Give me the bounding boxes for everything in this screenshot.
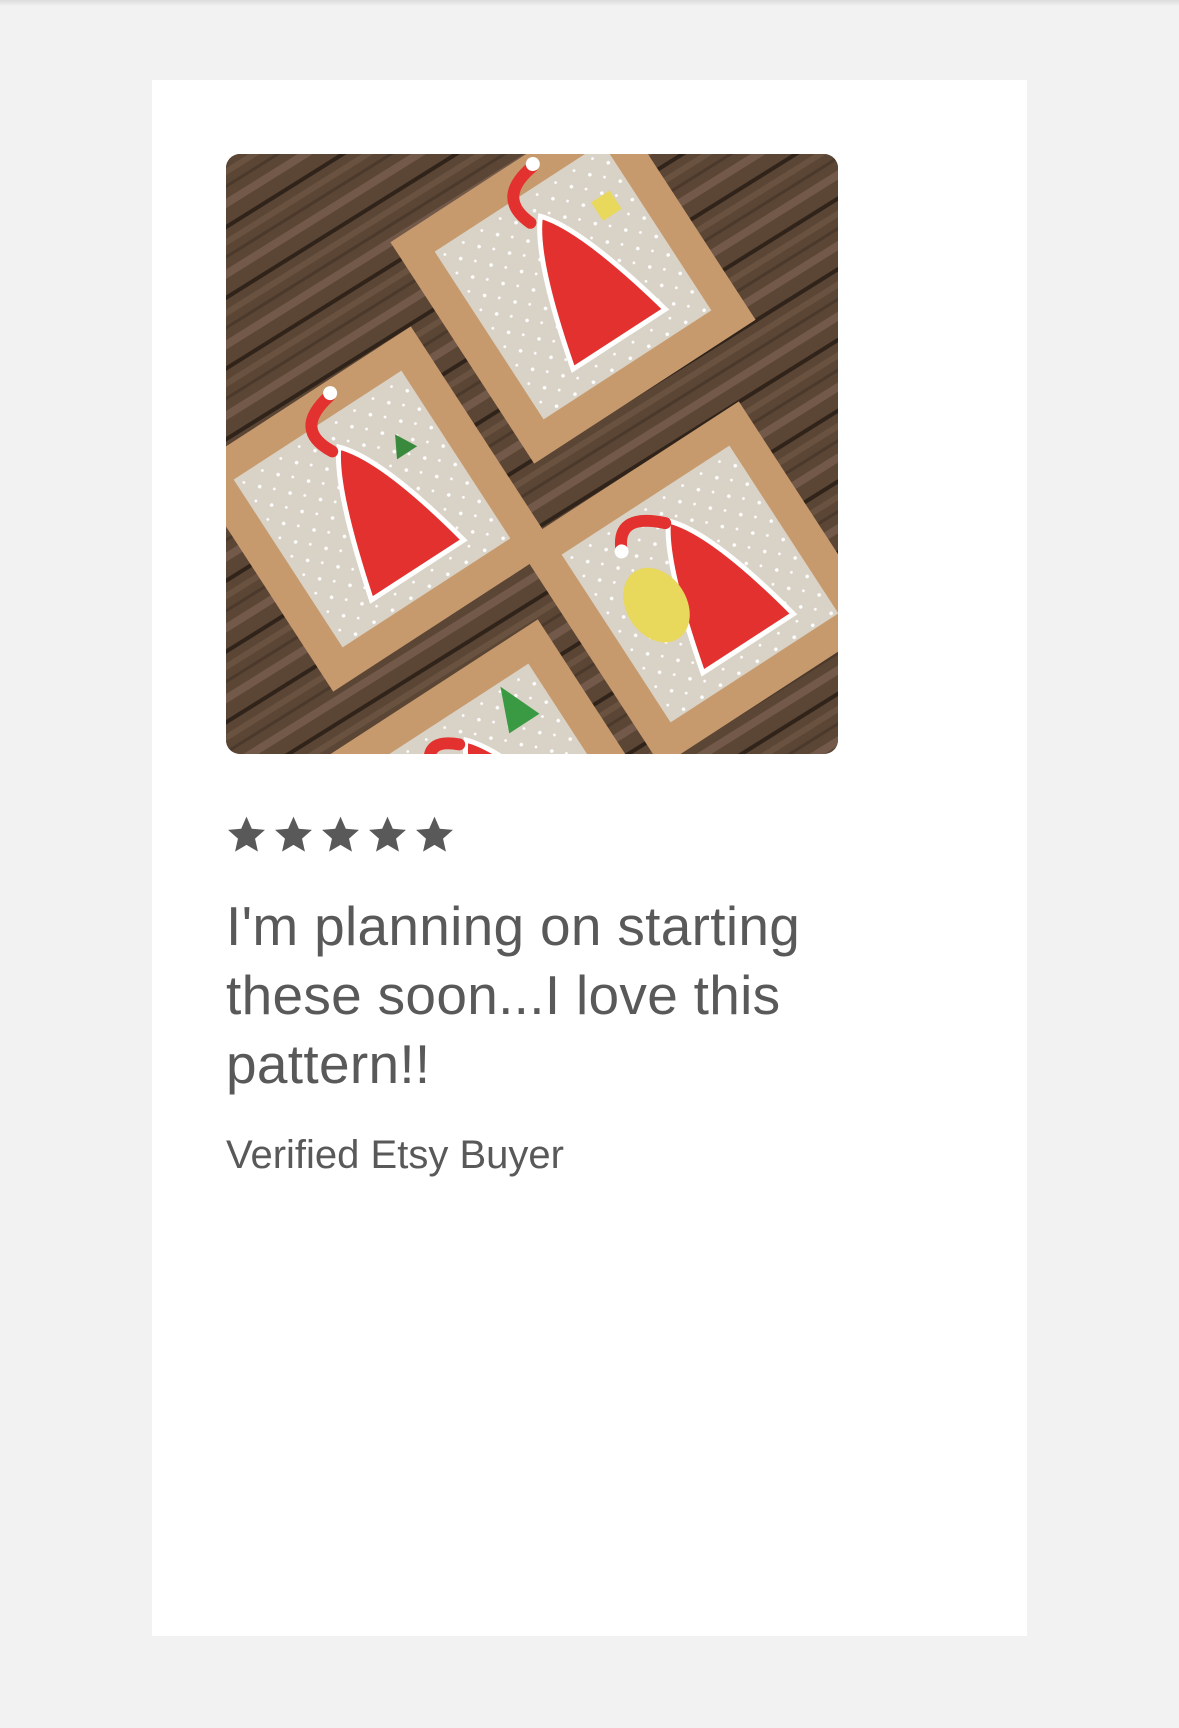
star-icon (369, 816, 406, 852)
review-text: I'm planning on starting these soon...I … (226, 895, 801, 1095)
review-card: I'm planning on starting these soon...I … (152, 80, 1027, 1636)
review-photo[interactable] (226, 154, 838, 754)
top-edge-shadow (0, 0, 1179, 6)
star-rating (226, 814, 455, 864)
star-icon (228, 816, 265, 852)
star-icon (322, 816, 359, 852)
star-icon (416, 816, 453, 852)
review-photo-illustration (226, 154, 838, 754)
reviewer-name: Verified Etsy Buyer (226, 1133, 564, 1177)
star-icon (275, 816, 312, 852)
